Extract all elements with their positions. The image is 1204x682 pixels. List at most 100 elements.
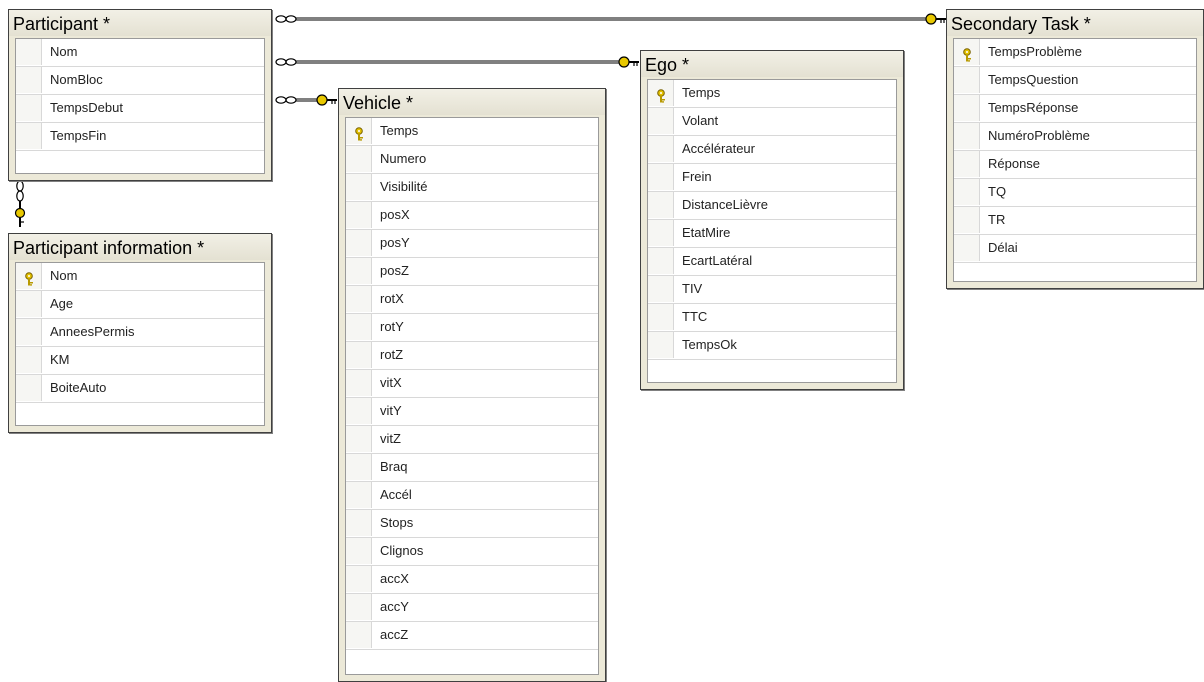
column-row-age[interactable]: Age — [16, 291, 264, 319]
row-selector[interactable] — [648, 276, 674, 302]
row-selector[interactable] — [346, 342, 372, 368]
column-row-stops[interactable]: Stops — [346, 510, 598, 538]
row-selector[interactable] — [16, 95, 42, 121]
column-row-accel[interactable]: Accél — [346, 482, 598, 510]
column-row-anneespermis[interactable]: AnneesPermis — [16, 319, 264, 347]
row-selector[interactable] — [954, 67, 980, 93]
row-selector[interactable] — [346, 398, 372, 424]
row-selector[interactable] — [954, 95, 980, 121]
column-row-tr[interactable]: TR — [954, 207, 1196, 235]
row-selector[interactable] — [16, 67, 42, 93]
column-row-numero[interactable]: Numero — [346, 146, 598, 174]
row-selector[interactable] — [16, 123, 42, 149]
row-selector[interactable] — [346, 174, 372, 200]
row-selector[interactable] — [16, 319, 42, 345]
row-selector[interactable] — [346, 118, 372, 144]
column-row-tempsok[interactable]: TempsOk — [648, 332, 896, 360]
row-selector[interactable] — [346, 314, 372, 340]
column-row-ecartlateral[interactable]: EcartLatéral — [648, 248, 896, 276]
column-row-tempsquestion[interactable]: TempsQuestion — [954, 67, 1196, 95]
column-row-km[interactable]: KM — [16, 347, 264, 375]
column-row-clignos[interactable]: Clignos — [346, 538, 598, 566]
column-name: Visibilité — [380, 179, 428, 194]
column-row-tq[interactable]: TQ — [954, 179, 1196, 207]
column-row-etatmire[interactable]: EtatMire — [648, 220, 896, 248]
table-participant[interactable]: Participant * Nom NomBloc TempsDebut TempsFi… — [8, 9, 272, 181]
column-row-vitz[interactable]: vitZ — [346, 426, 598, 454]
column-row-boiteauto[interactable]: BoiteAuto — [16, 375, 264, 403]
column-row-reponse[interactable]: Réponse — [954, 151, 1196, 179]
table-participant-information[interactable]: Participant information * Nom Age AnneesPer… — [8, 233, 272, 433]
row-selector[interactable] — [648, 332, 674, 358]
column-row-temps[interactable]: Temps — [648, 80, 896, 108]
row-selector[interactable] — [648, 136, 674, 162]
row-selector[interactable] — [648, 108, 674, 134]
row-selector[interactable] — [346, 510, 372, 536]
row-selector[interactable] — [346, 370, 372, 396]
row-selector[interactable] — [346, 286, 372, 312]
row-selector[interactable] — [954, 235, 980, 261]
table-vehicle[interactable]: Vehicle * Temps Numero Visibilité posX posY po… — [338, 88, 606, 682]
column-row-rotz[interactable]: rotZ — [346, 342, 598, 370]
column-row-frein[interactable]: Frein — [648, 164, 896, 192]
column-name: TempsFin — [50, 128, 107, 143]
column-row-posy[interactable]: posY — [346, 230, 598, 258]
column-row-vity[interactable]: vitY — [346, 398, 598, 426]
row-selector[interactable] — [346, 566, 372, 592]
row-selector[interactable] — [346, 202, 372, 228]
row-selector[interactable] — [648, 220, 674, 246]
row-selector[interactable] — [16, 291, 42, 317]
row-selector[interactable] — [346, 622, 372, 648]
table-secondary-task[interactable]: Secondary Task * TempsProblème TempsQuesti… — [946, 9, 1204, 289]
row-selector[interactable] — [346, 482, 372, 508]
column-row-tempsdebut[interactable]: TempsDebut — [16, 95, 264, 123]
row-selector[interactable] — [954, 179, 980, 205]
row-selector[interactable] — [16, 39, 42, 65]
column-row-temps[interactable]: Temps — [346, 118, 598, 146]
column-row-posx[interactable]: posX — [346, 202, 598, 230]
column-row-delai[interactable]: Délai — [954, 235, 1196, 263]
row-selector[interactable] — [346, 426, 372, 452]
row-selector[interactable] — [648, 164, 674, 190]
column-row-nom[interactable]: Nom — [16, 39, 264, 67]
column-row-nombloc[interactable]: NomBloc — [16, 67, 264, 95]
column-row-posz[interactable]: posZ — [346, 258, 598, 286]
row-selector[interactable] — [648, 304, 674, 330]
column-row-rotx[interactable]: rotX — [346, 286, 598, 314]
row-selector[interactable] — [648, 192, 674, 218]
column-row-tiv[interactable]: TIV — [648, 276, 896, 304]
column-row-vitx[interactable]: vitX — [346, 370, 598, 398]
row-selector[interactable] — [954, 207, 980, 233]
row-selector[interactable] — [346, 230, 372, 256]
column-row-ttc[interactable]: TTC — [648, 304, 896, 332]
column-row-accx[interactable]: accX — [346, 566, 598, 594]
row-selector[interactable] — [16, 347, 42, 373]
row-selector[interactable] — [954, 151, 980, 177]
row-selector[interactable] — [16, 263, 42, 289]
column-row-nom[interactable]: Nom — [16, 263, 264, 291]
row-selector[interactable] — [346, 454, 372, 480]
row-selector[interactable] — [648, 248, 674, 274]
row-selector[interactable] — [346, 538, 372, 564]
row-selector[interactable] — [954, 123, 980, 149]
column-row-numeroprobleme[interactable]: NuméroProblème — [954, 123, 1196, 151]
row-selector[interactable] — [16, 375, 42, 401]
column-row-tempsreponse[interactable]: TempsRéponse — [954, 95, 1196, 123]
column-row-accy[interactable]: accY — [346, 594, 598, 622]
column-row-tempsprobleme[interactable]: TempsProblème — [954, 39, 1196, 67]
table-ego[interactable]: Ego * Temps Volant Accélérateur Frein Distanc… — [640, 50, 904, 390]
row-selector[interactable] — [346, 594, 372, 620]
column-row-tempsfin[interactable]: TempsFin — [16, 123, 264, 151]
column-row-accelerateur[interactable]: Accélérateur — [648, 136, 896, 164]
column-row-braq[interactable]: Braq — [346, 454, 598, 482]
row-selector[interactable] — [346, 146, 372, 172]
column-row-volant[interactable]: Volant — [648, 108, 896, 136]
column-row-distancelievre[interactable]: DistanceLièvre — [648, 192, 896, 220]
column-row-visibilite[interactable]: Visibilité — [346, 174, 598, 202]
row-selector[interactable] — [954, 39, 980, 65]
column-row-accz[interactable]: accZ — [346, 622, 598, 650]
row-selector[interactable] — [648, 80, 674, 106]
infinity-icon — [275, 96, 297, 104]
row-selector[interactable] — [346, 258, 372, 284]
column-row-roty[interactable]: rotY — [346, 314, 598, 342]
